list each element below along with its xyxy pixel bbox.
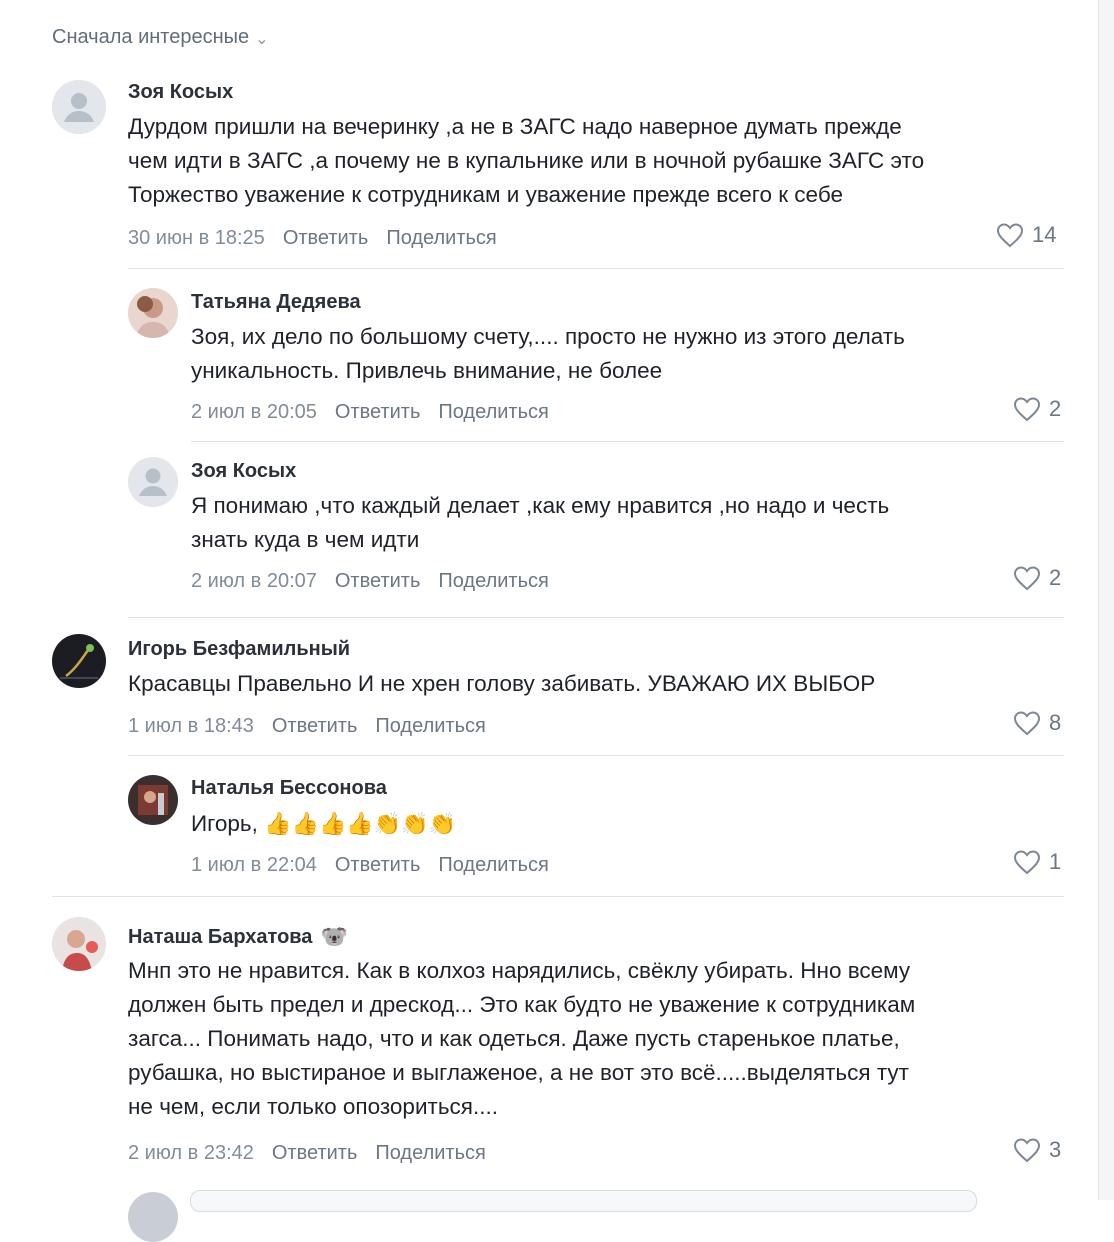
reply-button[interactable]: Ответить	[272, 715, 358, 738]
comment-text-line: Торжество уважение к сотрудникам и уваже…	[128, 182, 843, 207]
like-count: 8	[1049, 710, 1062, 735]
comment-date[interactable]: 2 июл в 20:05	[191, 401, 317, 424]
comment-date[interactable]: 30 июн в 18:25	[128, 227, 265, 250]
share-button[interactable]: Поделиться	[438, 854, 548, 877]
avatar[interactable]	[52, 634, 106, 688]
comment-text-line: знать куда в чем идти	[191, 527, 420, 552]
share-button[interactable]: Поделиться	[438, 570, 548, 593]
comment-meta: 1 июл в 18:43 Ответить Поделиться	[128, 715, 486, 738]
heart-icon	[1013, 850, 1041, 875]
reply-button[interactable]: Ответить	[283, 227, 369, 250]
like-count: 2	[1049, 396, 1062, 421]
avatar[interactable]	[128, 775, 178, 825]
avatar[interactable]	[52, 917, 106, 971]
comment-author[interactable]: Зоя Косых	[128, 81, 233, 104]
comment-text: Я понимаю ,что каждый делает ,как ему нр…	[191, 489, 889, 557]
reply-button[interactable]: Ответить	[335, 854, 421, 877]
heart-icon	[1013, 566, 1041, 591]
like-count: 2	[1049, 565, 1062, 590]
heart-icon	[996, 223, 1024, 248]
comment-date[interactable]: 2 июл в 20:07	[191, 570, 317, 593]
comment-text: Зоя, их дело по большому счету,.... прос…	[191, 320, 905, 388]
comment-author[interactable]: Наталья Бессонова	[191, 777, 387, 800]
comment-text-line: Мнп это не нравится. Как в колхоз наряди…	[128, 958, 911, 983]
comment-text: Дурдом пришли на вечеринку ,а не в ЗАГС …	[128, 110, 924, 212]
comment-text-line: уникальность. Привлечь внимание, не боле…	[191, 358, 663, 383]
comment-text-line: Игорь,	[191, 811, 258, 836]
comment-text-line: чем идти в ЗАГС ,а почему не в купальник…	[128, 148, 925, 173]
comment-author[interactable]: Зоя Косых	[191, 460, 296, 483]
heart-icon	[1013, 1138, 1041, 1163]
like-count: 14	[1032, 222, 1057, 247]
reply-button[interactable]: Ответить	[335, 570, 421, 593]
comment-text-line: должен быть предел и дрескод... Это как …	[128, 992, 916, 1017]
comment-date[interactable]: 1 июл в 22:04	[191, 854, 317, 877]
like-button[interactable]: 14	[996, 222, 1056, 248]
divider	[128, 755, 1064, 756]
reply-button[interactable]: Ответить	[272, 1142, 358, 1165]
divider	[128, 268, 1064, 269]
comment-meta: 2 июл в 20:07 Ответить Поделиться	[191, 570, 549, 593]
share-button[interactable]: Поделиться	[386, 227, 496, 250]
comment-meta: 2 июл в 23:42 Ответить Поделиться	[128, 1142, 486, 1165]
reply-button[interactable]: Ответить	[335, 401, 421, 424]
divider	[128, 617, 1064, 618]
like-button[interactable]: 2	[1013, 396, 1061, 422]
comment-text-line: не чем, если только опозориться....	[128, 1094, 498, 1119]
like-button[interactable]: 2	[1013, 565, 1061, 591]
like-count: 3	[1049, 1137, 1062, 1162]
divider	[52, 896, 1064, 897]
like-button[interactable]: 3	[1013, 1137, 1061, 1163]
like-count: 1	[1049, 849, 1062, 874]
comment-author[interactable]: Наташа Бархатова	[128, 926, 312, 949]
avatar[interactable]	[52, 80, 106, 134]
scrollbar[interactable]	[1098, 0, 1114, 1200]
share-button[interactable]: Поделиться	[438, 401, 548, 424]
divider	[191, 441, 1064, 442]
comment-text-line: Зоя, их дело по большому счету,.... прос…	[191, 324, 905, 349]
emoji-thumbs-clap: 👍👍👍👍👏👏👏	[264, 811, 456, 836]
sort-dropdown[interactable]: Сначала интересные ⌄	[52, 26, 269, 49]
comment-author[interactable]: Татьяна Дедяева	[191, 291, 361, 314]
comment-text-line: Я понимаю ,что каждый делает ,как ему нр…	[191, 493, 890, 518]
comment-text: Игорь, 👍👍👍👍👏👏👏	[191, 807, 456, 841]
comment-text: Красавцы Правельно И не хрен голову заби…	[128, 667, 875, 701]
chevron-down-icon: ⌄	[255, 30, 269, 48]
comment-author-row: Наташа Бархатова 🐨	[128, 924, 348, 950]
comment-meta: 1 июл в 22:04 Ответить Поделиться	[191, 854, 549, 877]
like-button[interactable]: 8	[1013, 710, 1061, 736]
avatar[interactable]	[128, 457, 178, 507]
comment-text-line: рубашка, но выстираное и выглаженое, а н…	[128, 1060, 909, 1085]
share-button[interactable]: Поделиться	[375, 1142, 485, 1165]
reply-input[interactable]	[190, 1190, 977, 1212]
koala-badge-icon: 🐨	[320, 924, 348, 949]
comment-text-line: Красавцы Правельно И не хрен голову заби…	[128, 671, 876, 696]
comment-author[interactable]: Игорь Безфамильный	[128, 638, 350, 661]
heart-icon	[1013, 397, 1041, 422]
comment-text: Мнп это не нравится. Как в колхоз наряди…	[128, 954, 915, 1124]
sort-label: Сначала интересные	[52, 26, 250, 48]
comment-date[interactable]: 2 июл в 23:42	[128, 1142, 254, 1165]
comment-date[interactable]: 1 июл в 18:43	[128, 715, 254, 738]
avatar[interactable]	[128, 288, 178, 338]
like-button[interactable]: 1	[1013, 849, 1061, 875]
comment-text-line: загса... Понимать надо, что и как одетьс…	[128, 1026, 900, 1051]
heart-icon	[1013, 711, 1041, 736]
comment-text-line: Дурдом пришли на вечеринку ,а не в ЗАГС …	[128, 114, 902, 139]
comment-meta: 2 июл в 20:05 Ответить Поделиться	[191, 401, 549, 424]
share-button[interactable]: Поделиться	[375, 715, 485, 738]
comment-meta: 30 июн в 18:25 Ответить Поделиться	[128, 227, 497, 250]
